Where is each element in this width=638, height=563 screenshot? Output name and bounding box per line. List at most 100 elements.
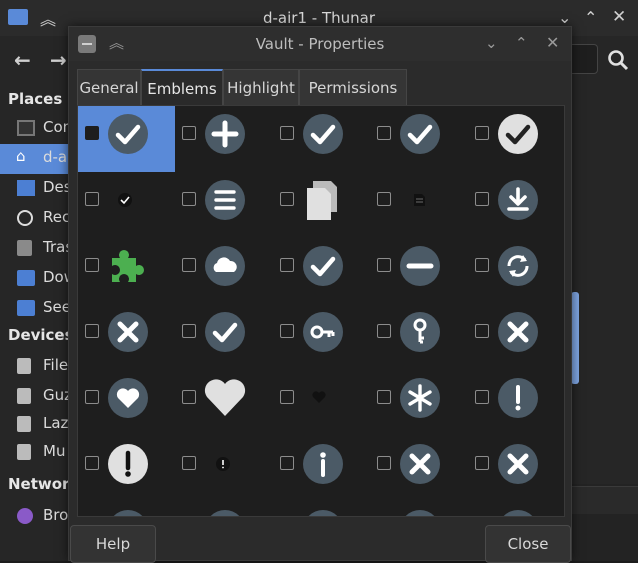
emblem-cell[interactable]: [468, 436, 564, 502]
tab-emblems[interactable]: Emblems: [141, 69, 223, 105]
emblem-checkbox[interactable]: [474, 258, 489, 272]
emblem-cell[interactable]: [370, 370, 467, 436]
emblem-checkbox[interactable]: [474, 456, 489, 470]
sidebar-item-label: Desktop: [43, 178, 70, 196]
tab-general[interactable]: General: [77, 69, 141, 105]
emblem-cell[interactable]: [78, 172, 175, 238]
minimize-icon[interactable]: ⌄: [558, 8, 571, 27]
emblem-checkbox[interactable]: [182, 192, 197, 206]
drive-icon: [17, 444, 31, 460]
file-view[interactable]: [572, 84, 638, 484]
emblem-checkbox[interactable]: [85, 456, 99, 470]
emblem-checkbox[interactable]: [85, 324, 99, 338]
sidebar-item-label: d-air1: [43, 148, 70, 166]
emblem-checkbox[interactable]: [377, 192, 392, 206]
emblem-checkbox[interactable]: [182, 456, 197, 470]
close-button[interactable]: Close: [485, 525, 571, 563]
emblem-cell[interactable]: [175, 436, 272, 502]
emblem-checkbox[interactable]: [182, 258, 197, 272]
maximize-icon[interactable]: ⌃: [515, 34, 528, 52]
tab-highlight[interactable]: Highlight: [223, 69, 299, 105]
drive-icon: [17, 388, 31, 404]
emblem-checkbox[interactable]: [279, 456, 294, 470]
emblem-checkbox[interactable]: [182, 126, 197, 140]
maximize-icon[interactable]: ⌃: [584, 8, 597, 27]
sidebar-item-seen[interactable]: Seen: [0, 294, 70, 324]
emblem-cell[interactable]: [175, 370, 272, 436]
emblem-cell[interactable]: [78, 238, 175, 304]
emblem-checkbox[interactable]: [279, 324, 294, 338]
emblem-cell[interactable]: [273, 172, 370, 238]
emblem-checkbox[interactable]: [182, 324, 197, 338]
emblem-checkbox[interactable]: [279, 390, 294, 404]
emblem-checkbox[interactable]: [279, 192, 294, 206]
sidebar-item-home[interactable]: ⌂ d-air1: [0, 144, 70, 174]
emblem-cell[interactable]: [370, 106, 467, 172]
sidebar-item-downloads[interactable]: Downloads: [0, 264, 70, 294]
close-icon[interactable]: ✕: [612, 7, 626, 27]
dialog-titlebar: ︽ Vault - Properties ⌄ ⌃ ✕: [69, 27, 571, 61]
emblem-cell[interactable]: [468, 106, 564, 172]
sidebar-item-mu[interactable]: Mu: [0, 438, 70, 468]
emblem-checkbox[interactable]: [377, 258, 392, 272]
sidebar-item-trash[interactable]: Trash: [0, 234, 70, 264]
emblem-checkbox[interactable]: [85, 192, 99, 206]
emblem-cell[interactable]: [273, 304, 370, 370]
sidebar-item-laz[interactable]: Laz: [0, 410, 70, 440]
emblem-checkbox[interactable]: [377, 456, 392, 470]
emblem-cell[interactable]: [175, 238, 272, 304]
tab-permissions[interactable]: Permissions: [299, 69, 407, 105]
emblem-cell[interactable]: [78, 370, 175, 436]
help-button[interactable]: Help: [70, 525, 156, 563]
emblem-cell[interactable]: [175, 304, 272, 370]
emblem-cell[interactable]: [468, 304, 564, 370]
scrollbar[interactable]: [571, 292, 579, 384]
close-icon[interactable]: ✕: [546, 33, 559, 52]
emblem-cell[interactable]: [273, 436, 370, 502]
emblem-cell[interactable]: [370, 304, 467, 370]
emblem-cell[interactable]: [273, 370, 370, 436]
emblem-cell[interactable]: [78, 436, 175, 502]
emblem-cell[interactable]: [468, 502, 564, 516]
emblem-cell[interactable]: [370, 172, 467, 238]
sidebar-item-browse-network[interactable]: Browse Network: [0, 502, 70, 532]
minimize-icon[interactable]: ⌄: [485, 34, 498, 52]
emblem-checkbox[interactable]: [85, 126, 99, 140]
emblem-cell[interactable]: [175, 172, 272, 238]
emblem-cell[interactable]: [370, 502, 467, 516]
emblem-cell[interactable]: [78, 502, 175, 516]
exclamation-icon: [496, 376, 540, 420]
back-arrow-icon[interactable]: ←: [14, 48, 31, 72]
emblem-checkbox[interactable]: [474, 390, 489, 404]
emblem-checkbox[interactable]: [85, 390, 99, 404]
emblem-cell[interactable]: [78, 304, 175, 370]
sidebar-item-recent[interactable]: Recent: [0, 204, 70, 234]
emblem-checkbox[interactable]: [474, 324, 489, 338]
emblem-cell[interactable]: [468, 238, 564, 304]
emblem-cell[interactable]: [273, 238, 370, 304]
emblem-cell[interactable]: [78, 106, 175, 172]
sidebar-item-desktop[interactable]: Desktop: [0, 174, 70, 204]
emblem-checkbox[interactable]: [377, 126, 392, 140]
emblem-cell[interactable]: [175, 502, 272, 516]
emblem-checkbox[interactable]: [85, 258, 99, 272]
emblem-cell[interactable]: [468, 172, 564, 238]
emblem-checkbox[interactable]: [474, 126, 489, 140]
emblem-cell[interactable]: [175, 106, 272, 172]
emblem-cell[interactable]: [273, 502, 370, 516]
emblem-checkbox[interactable]: [377, 390, 392, 404]
search-button[interactable]: [598, 44, 638, 76]
emblem-checkbox[interactable]: [474, 192, 489, 206]
forward-arrow-icon[interactable]: →: [50, 48, 67, 72]
emblem-checkbox[interactable]: [279, 126, 294, 140]
emblem-cell[interactable]: [370, 436, 467, 502]
emblem-cell[interactable]: [273, 106, 370, 172]
sidebar-item-computer[interactable]: Computer: [0, 114, 70, 144]
emblem-cell[interactable]: [370, 238, 467, 304]
emblem-checkbox[interactable]: [182, 390, 197, 404]
emblem-checkbox[interactable]: [279, 258, 294, 272]
sidebar-item-filesystem[interactable]: File System: [0, 352, 70, 382]
sidebar-item-guz[interactable]: Guz: [0, 382, 70, 412]
emblem-checkbox[interactable]: [377, 324, 392, 338]
emblem-cell[interactable]: [468, 370, 564, 436]
